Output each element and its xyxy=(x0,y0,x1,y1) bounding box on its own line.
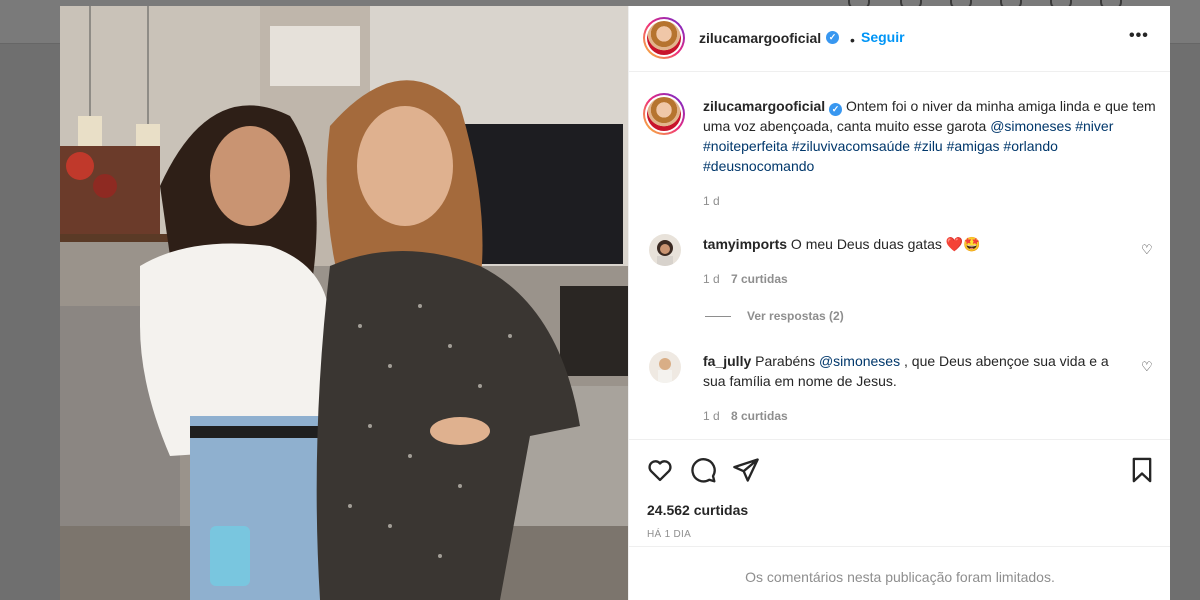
verified-badge-icon: ✓ xyxy=(826,31,839,44)
view-replies-button[interactable]: Ver respostas (2) xyxy=(705,309,844,323)
author-username[interactable]: zilucamargooficial xyxy=(699,30,821,46)
post-time-ago[interactable]: HÁ 1 DIA xyxy=(647,529,691,540)
likes-count[interactable]: 24.562 curtidas xyxy=(647,502,748,518)
comment-avatar[interactable] xyxy=(649,234,681,266)
comment-time[interactable]: 1 d xyxy=(703,272,720,286)
comment-likes[interactable]: 7 curtidas xyxy=(731,272,788,286)
post-photo[interactable] xyxy=(60,6,628,600)
post-actions: 24.562 curtidas HÁ 1 DIA xyxy=(629,439,1170,559)
comment-username[interactable]: tamyimports xyxy=(703,236,787,252)
hashtag[interactable]: #zilu xyxy=(914,138,943,154)
comment-body: O meu Deus duas gatas ❤️🤩 xyxy=(790,236,981,252)
hashtag[interactable]: #orlando xyxy=(1003,138,1058,154)
comment-icon[interactable] xyxy=(689,456,717,484)
comment-text: fa_jully Parabéns @simoneses , que Deus … xyxy=(703,351,1113,391)
post-header: zilucamargooficial ✓ • Seguir ••• xyxy=(629,6,1170,72)
comment-likes[interactable]: 8 curtidas xyxy=(731,409,788,423)
comment-mention[interactable]: @simoneses xyxy=(819,353,900,369)
follow-button[interactable]: Seguir xyxy=(861,29,905,45)
comment-body: Parabéns xyxy=(755,353,819,369)
comment-username[interactable]: fa_jully xyxy=(703,353,751,369)
separator-dot: • xyxy=(850,32,855,48)
more-options-icon[interactable]: ••• xyxy=(1129,27,1149,45)
bookmark-icon[interactable] xyxy=(1128,456,1156,484)
caption-text: zilucamargooficial ✓ Ontem foi o niver d… xyxy=(703,96,1163,176)
hashtag[interactable]: #amigas xyxy=(947,138,1000,154)
hashtag[interactable]: #niver xyxy=(1075,118,1113,134)
post-modal: zilucamargooficial ✓ • Seguir ••• ziluca… xyxy=(60,6,1170,600)
caption-time[interactable]: 1 d xyxy=(703,194,720,208)
comment-avatar[interactable] xyxy=(649,351,681,383)
comment-text: tamyimports O meu Deus duas gatas ❤️🤩 xyxy=(703,234,1123,254)
caption-avatar[interactable] xyxy=(643,93,685,135)
verified-badge-icon: ✓ xyxy=(829,103,843,116)
heart-icon[interactable] xyxy=(646,456,674,484)
caption-mention[interactable]: @simoneses xyxy=(990,118,1071,134)
comment-like-heart-icon[interactable]: ♡ xyxy=(1141,242,1153,258)
hashtag[interactable]: #ziluvivacomsaúde xyxy=(792,138,910,154)
replies-line xyxy=(705,316,731,318)
comments-limited-notice: Os comentários nesta publicação foram li… xyxy=(629,546,1170,600)
hashtag[interactable]: #noiteperfeita xyxy=(703,138,788,154)
caption-username[interactable]: zilucamargooficial xyxy=(703,98,825,114)
post-side-panel: zilucamargooficial ✓ • Seguir ••• ziluca… xyxy=(628,6,1170,600)
author-avatar[interactable] xyxy=(643,17,685,59)
photo-illustration xyxy=(60,6,628,600)
comment-like-heart-icon[interactable]: ♡ xyxy=(1141,359,1153,375)
comment-time[interactable]: 1 d xyxy=(703,409,720,423)
hashtag[interactable]: #deusnocomando xyxy=(703,158,814,174)
paper-plane-icon[interactable] xyxy=(732,456,760,484)
